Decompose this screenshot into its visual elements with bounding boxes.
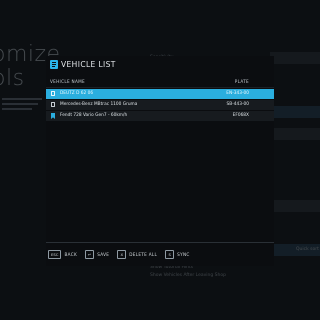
delete-all-button-label: DELETE ALL	[129, 251, 158, 257]
column-header-vehicle-name[interactable]: VEHICLE NAME	[50, 79, 85, 84]
esc-key-icon: ESC	[48, 249, 62, 259]
back-button[interactable]: ESC BACK	[48, 249, 78, 259]
background-control	[270, 106, 320, 118]
background-description-line	[2, 98, 42, 100]
delete-all-button[interactable]: X DELETE ALL	[117, 249, 158, 259]
save-button[interactable]: ↵ SAVE	[85, 249, 110, 259]
enter-key-icon: ↵	[85, 249, 95, 259]
back-button-label: BACK	[64, 251, 78, 257]
column-header-plate[interactable]: PLATE	[235, 79, 249, 84]
dialog-header: VEHICLE LIST	[46, 56, 274, 74]
footer-button-bar: ESC BACK ↵ SAVE X DELETE ALL S SYNC	[48, 248, 190, 260]
vehicle-name: Fendt 728 Vario Gen7 - 60km/h	[60, 113, 128, 118]
x-key-icon: X	[117, 249, 127, 259]
vehicle-plate: EF068X	[232, 113, 249, 118]
footer-divider	[46, 242, 274, 243]
vehicle-name: DEUTZ D 62 06	[60, 91, 94, 96]
bookmark-icon	[51, 113, 56, 119]
checkbox-icon	[51, 91, 56, 97]
vehicle-name: Mercedes-Benz MBtrac 1100 Gruma	[60, 102, 138, 107]
sync-button[interactable]: S SYNC	[165, 249, 190, 259]
vehicle-list-icon	[50, 60, 58, 69]
checkbox-icon	[51, 102, 56, 108]
vehicle-row[interactable]: Mercedes-Benz MBtrac 1100 Gruma SB-443-0…	[46, 100, 274, 110]
column-header-row: VEHICLE NAME PLATE	[46, 76, 274, 88]
vehicle-row[interactable]: DEUTZ D 62 06 EN-343-00	[46, 89, 274, 99]
s-key-icon: S	[165, 249, 175, 259]
background-control	[270, 200, 320, 212]
vehicle-list: DEUTZ D 62 06 EN-343-00 Mercedes-Benz MB…	[46, 89, 274, 122]
vehicle-list-dialog: VEHICLE LIST VEHICLE NAME PLATE DEUTZ D …	[46, 56, 274, 266]
background-heading-line2: ols	[0, 66, 25, 91]
vehicle-plate: EN-343-00	[226, 91, 249, 96]
background-right-label: Quick sort	[296, 247, 319, 252]
dialog-title: VEHICLE LIST	[61, 60, 116, 69]
save-button-label: SAVE	[97, 251, 110, 257]
background-control	[270, 128, 320, 140]
background-control	[270, 52, 320, 64]
sync-button-label: SYNC	[177, 251, 190, 257]
background-setting-row: Show Vehicles After Leaving Shop	[150, 273, 227, 278]
vehicle-row[interactable]: Fendt 728 Vario Gen7 - 60km/h EF068X	[46, 111, 274, 121]
background-description-line	[2, 108, 32, 110]
background-description-line	[2, 103, 38, 105]
vehicle-plate: SB-443-00	[226, 102, 249, 107]
